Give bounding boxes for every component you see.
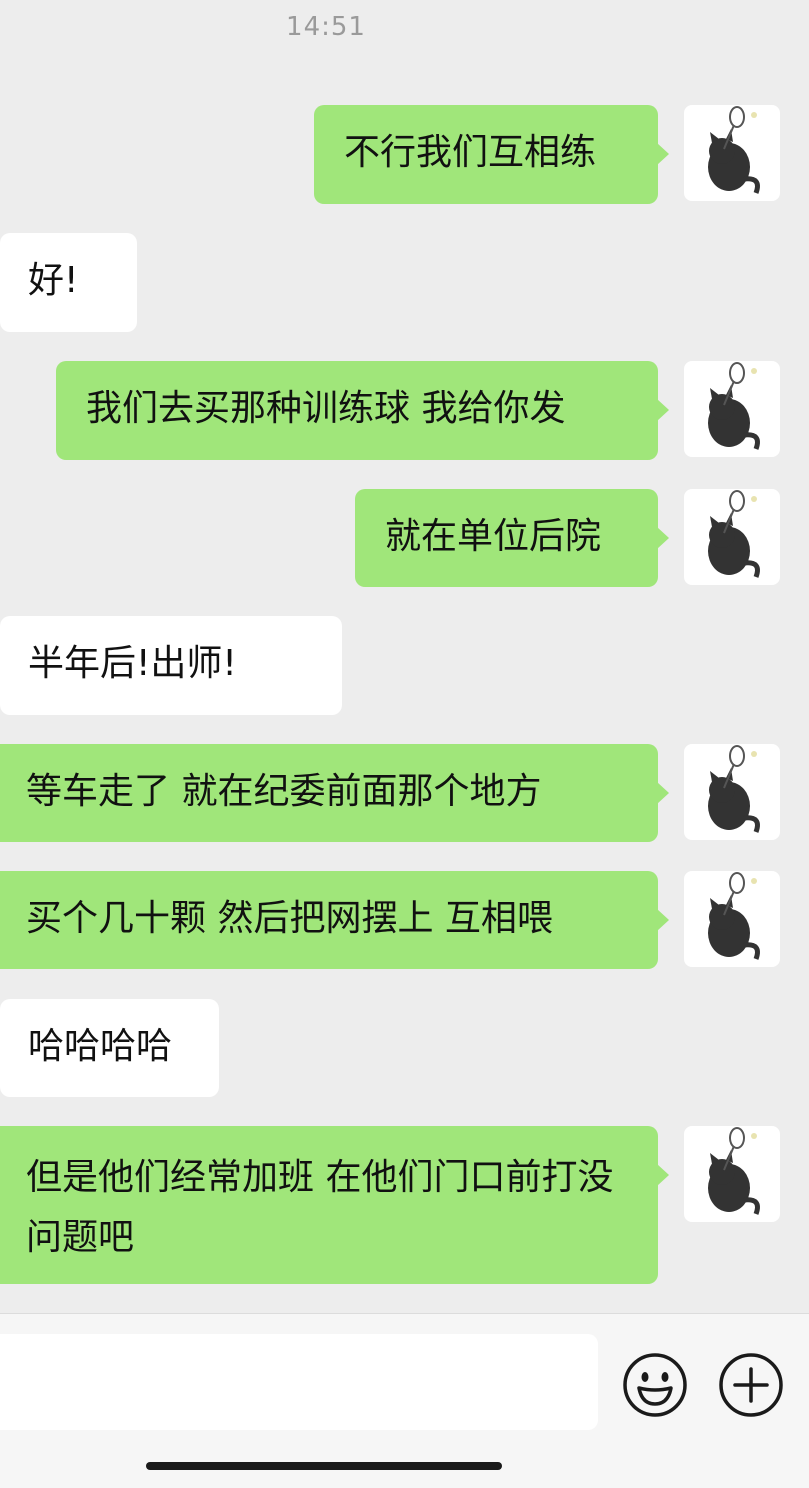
received-message-bubble[interactable]: 哈哈哈哈 <box>0 999 219 1097</box>
smiley-face-icon <box>623 1353 687 1417</box>
received-message-bubble[interactable]: 好! <box>0 233 137 332</box>
sent-message-bubble[interactable]: 买个几十颗 然后把网摆上 互相喂 <box>0 871 669 969</box>
user-avatar[interactable] <box>684 489 780 585</box>
cat-with-racket-avatar-icon <box>708 106 760 194</box>
cat-with-racket-avatar-icon <box>708 362 760 450</box>
sent-message-bubble[interactable]: 我们去买那种训练球 我给你发 <box>56 361 669 460</box>
message-input-bar <box>0 1313 809 1488</box>
chat-area[interactable]: 14:51 不行我们互相练 好! 我们去买那种训练球 我给你发 就在单位后院 半… <box>0 0 809 1312</box>
sent-message-bubble[interactable]: 等车走了 就在纪委前面那个地方 <box>0 744 669 842</box>
more-options-button[interactable] <box>718 1352 784 1418</box>
user-avatar[interactable] <box>684 871 780 967</box>
cat-with-racket-avatar-icon <box>708 490 760 578</box>
cat-with-racket-avatar-icon <box>708 1127 760 1215</box>
received-message-bubble[interactable]: 半年后!出师! <box>0 616 342 715</box>
plus-circle-icon <box>719 1353 783 1417</box>
sent-message-bubble[interactable]: 就在单位后院 <box>355 489 669 587</box>
cat-with-racket-avatar-icon <box>708 745 760 833</box>
user-avatar[interactable] <box>684 744 780 840</box>
user-avatar[interactable] <box>684 1126 780 1222</box>
sent-message-bubble[interactable]: 不行我们互相练 <box>314 105 669 204</box>
sent-message-bubble[interactable]: 但是他们经常加班 在他们门口前打没问题吧 <box>0 1126 669 1284</box>
cat-with-racket-avatar-icon <box>708 872 760 960</box>
emoji-button[interactable] <box>622 1352 688 1418</box>
user-avatar[interactable] <box>684 105 780 201</box>
message-timestamp: 14:51 <box>286 12 366 42</box>
user-avatar[interactable] <box>684 361 780 457</box>
home-indicator[interactable] <box>146 1462 502 1470</box>
message-input[interactable] <box>0 1334 598 1430</box>
